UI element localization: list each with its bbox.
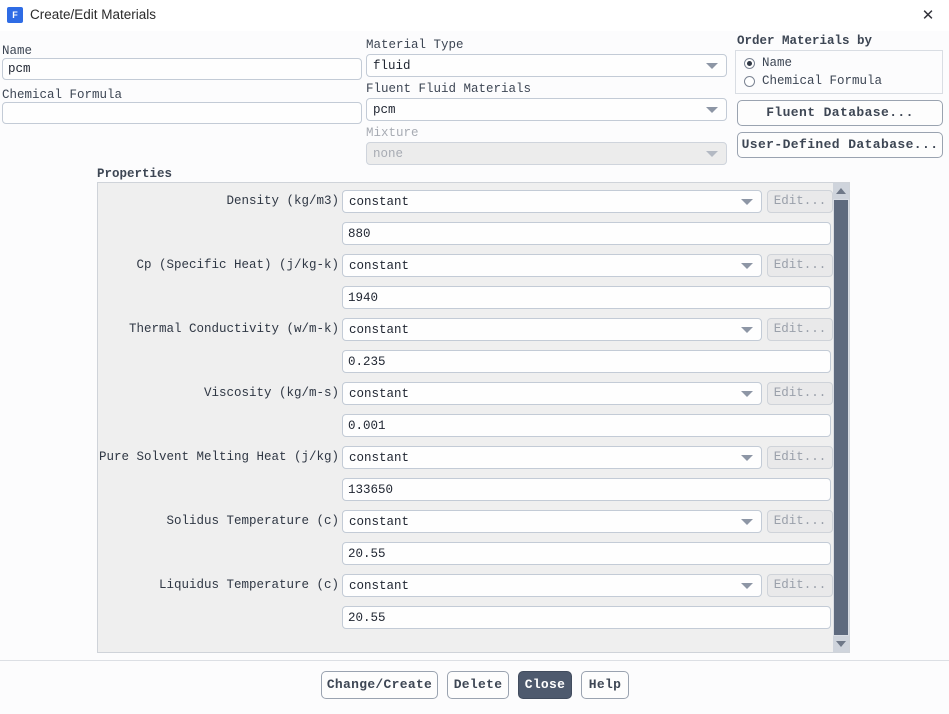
window-title: Create/Edit Materials — [30, 7, 157, 22]
chemical-formula-input[interactable] — [2, 102, 362, 124]
property-method-dropdown[interactable]: constant — [342, 574, 762, 597]
chevron-down-icon — [741, 262, 753, 269]
chevron-down-icon — [741, 582, 753, 589]
fluent-fluid-materials-value: pcm — [373, 103, 396, 117]
order-materials-by-label: Order Materials by — [737, 34, 873, 48]
property-edit-button: Edit... — [767, 190, 833, 213]
material-type-label: Material Type — [366, 38, 464, 52]
title-bar: F Create/Edit Materials ✕ — [0, 0, 949, 31]
property-method-value: constant — [349, 195, 410, 209]
property-method-dropdown[interactable]: constant — [342, 382, 762, 405]
property-method-dropdown[interactable]: constant — [342, 510, 762, 533]
property-edit-button: Edit... — [767, 318, 833, 341]
chevron-down-icon — [706, 106, 718, 113]
property-label: Liquidus Temperature (c) — [158, 578, 339, 592]
property-value-input[interactable] — [342, 286, 831, 309]
chevron-down-icon — [741, 326, 753, 333]
radio-order-by-chemical-formula-label: Chemical Formula — [762, 74, 883, 88]
property-method-dropdown[interactable]: constant — [342, 254, 762, 277]
order-materials-by-group: Name Chemical Formula — [735, 50, 943, 94]
property-method-value: constant — [349, 515, 410, 529]
scroll-down-button[interactable] — [833, 636, 849, 652]
help-button[interactable]: Help — [581, 671, 629, 699]
mixture-value: none — [373, 147, 404, 161]
property-edit-button: Edit... — [767, 254, 833, 277]
user-defined-database-button[interactable]: User-Defined Database... — [737, 132, 943, 158]
property-method-value: constant — [349, 387, 410, 401]
properties-panel: Density (kg/m3) constant Edit... Cp (Specif… — [97, 182, 850, 653]
property-method-value: constant — [349, 323, 410, 337]
radio-selected-icon — [744, 58, 755, 69]
chevron-down-icon — [741, 454, 753, 461]
property-label: Viscosity (kg/m-s) — [203, 386, 339, 400]
name-input[interactable] — [2, 58, 362, 80]
close-icon[interactable]: ✕ — [915, 4, 941, 28]
property-value-input[interactable] — [342, 606, 831, 629]
property-value-input[interactable] — [342, 542, 831, 565]
chevron-down-icon — [741, 390, 753, 397]
property-method-dropdown[interactable]: constant — [342, 318, 762, 341]
property-label: Density (kg/m3) — [226, 194, 339, 208]
chevron-down-icon — [741, 518, 753, 525]
scrollbar-thumb[interactable] — [834, 200, 848, 635]
property-method-value: constant — [349, 579, 410, 593]
triangle-down-icon — [836, 641, 846, 647]
delete-button[interactable]: Delete — [447, 671, 509, 699]
mixture-label: Mixture — [366, 126, 419, 140]
property-edit-button: Edit... — [767, 446, 833, 469]
property-method-value: constant — [349, 451, 410, 465]
property-label: Solidus Temperature (c) — [166, 514, 339, 528]
property-edit-button: Edit... — [767, 382, 833, 405]
close-button[interactable]: Close — [518, 671, 572, 699]
fluent-database-button[interactable]: Fluent Database... — [737, 100, 943, 126]
change-create-button[interactable]: Change/Create — [321, 671, 438, 699]
properties-scrollbar[interactable] — [833, 183, 849, 652]
radio-order-by-name-label: Name — [762, 56, 793, 70]
name-label: Name — [2, 44, 33, 58]
property-label: Thermal Conductivity (w/m-k) — [128, 322, 339, 336]
property-method-dropdown[interactable]: constant — [342, 446, 762, 469]
property-edit-button: Edit... — [767, 574, 833, 597]
mixture-dropdown: none — [366, 142, 727, 165]
triangle-up-icon — [836, 188, 846, 194]
property-method-value: constant — [349, 259, 410, 273]
property-value-input[interactable] — [342, 350, 831, 373]
footer-separator — [0, 660, 949, 661]
fluent-fluid-materials-label: Fluent Fluid Materials — [366, 82, 532, 96]
property-value-input[interactable] — [342, 478, 831, 501]
fluent-fluid-materials-dropdown[interactable]: pcm — [366, 98, 727, 121]
property-method-dropdown[interactable]: constant — [342, 190, 762, 213]
scroll-up-button[interactable] — [833, 183, 849, 199]
chevron-down-icon — [706, 62, 718, 69]
property-value-input[interactable] — [342, 414, 831, 437]
property-label: Pure Solvent Melting Heat (j/kg) — [98, 450, 339, 464]
chemical-formula-label: Chemical Formula — [2, 88, 123, 102]
material-type-value: fluid — [373, 59, 411, 73]
chevron-down-icon — [706, 150, 718, 157]
property-label: Cp (Specific Heat) (j/kg-k) — [136, 258, 339, 272]
material-type-dropdown[interactable]: fluid — [366, 54, 727, 77]
radio-unselected-icon — [744, 76, 755, 87]
properties-label: Properties — [97, 167, 173, 181]
chevron-down-icon — [741, 198, 753, 205]
fluent-app-icon: F — [7, 7, 23, 23]
property-edit-button: Edit... — [767, 510, 833, 533]
property-value-input[interactable] — [342, 222, 831, 245]
